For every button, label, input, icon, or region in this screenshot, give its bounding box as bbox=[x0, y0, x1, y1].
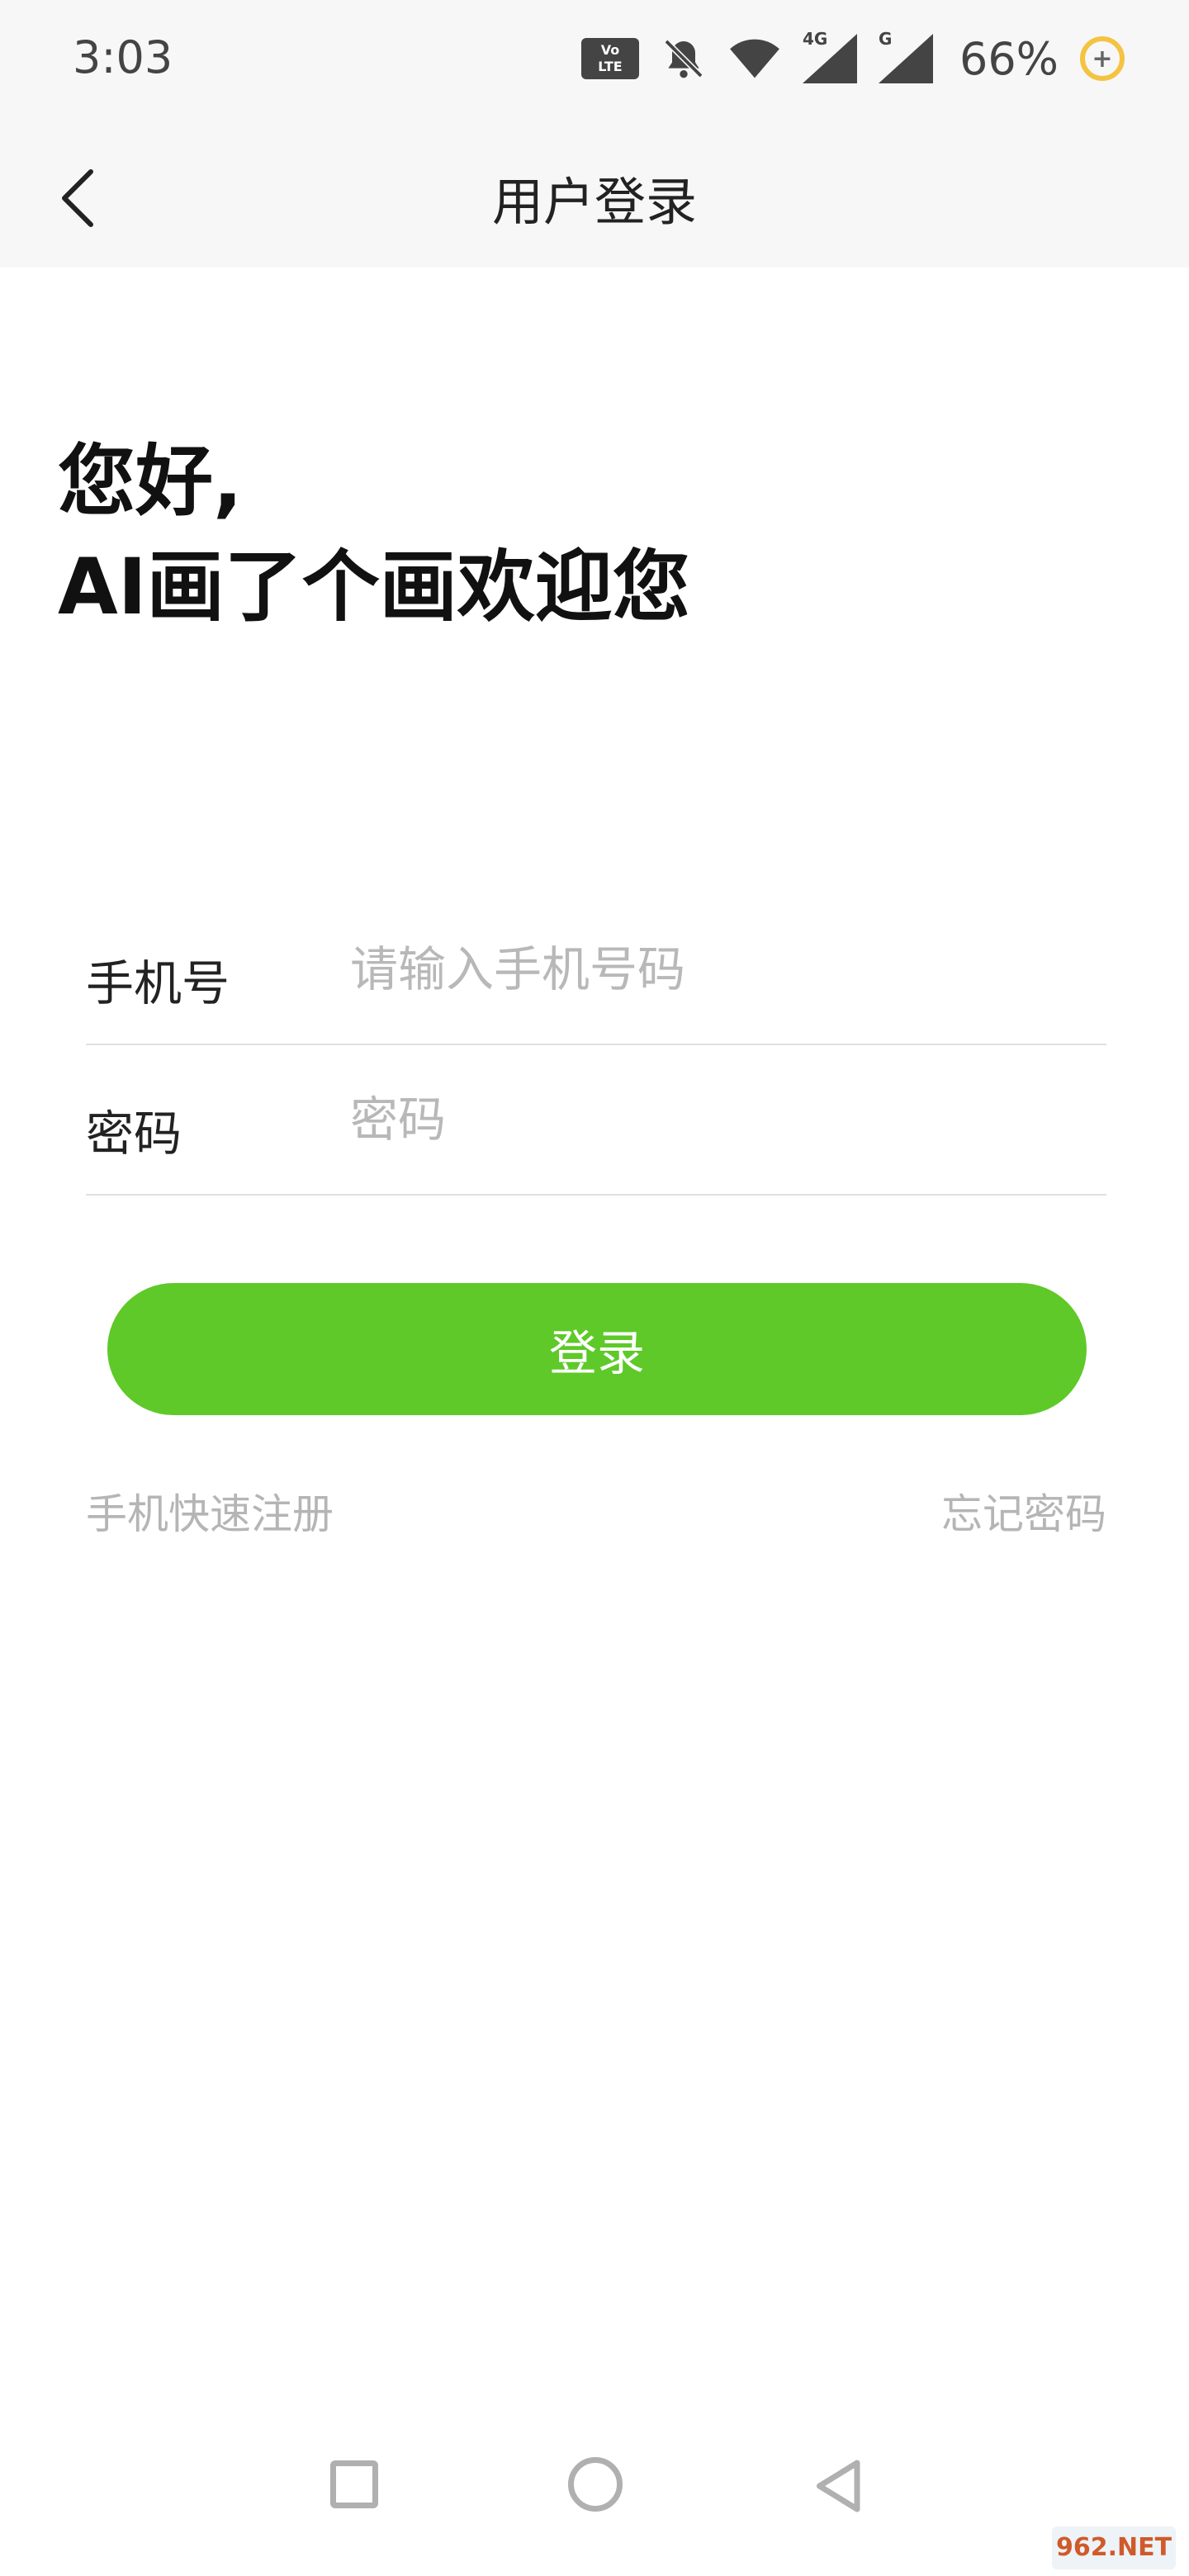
register-link[interactable]: 手机快速注册 bbox=[86, 1481, 334, 1541]
signal-g-icon: G bbox=[878, 29, 933, 83]
phone-label: 手机号 bbox=[86, 955, 230, 1011]
greeting-line-1: 您好, bbox=[58, 437, 243, 527]
signal-g-label: G bbox=[878, 29, 893, 49]
phone-input[interactable] bbox=[350, 928, 1093, 1011]
password-label: 密码 bbox=[86, 1106, 182, 1162]
signal-4g-icon: 4G bbox=[802, 29, 857, 83]
greeting-line-2: AI画了个画欢迎您 bbox=[58, 542, 690, 632]
back-triangle-icon[interactable] bbox=[811, 2457, 869, 2515]
volte-bottom-text: LTE bbox=[598, 59, 623, 74]
volte-top-text: Vo bbox=[600, 42, 620, 58]
battery-saver-icon: + bbox=[1080, 36, 1125, 81]
battery-level: 66% bbox=[959, 32, 1059, 85]
navigation-bar bbox=[0, 2411, 1189, 2576]
status-icons: Vo LTE 4G G 66% + bbox=[580, 29, 1125, 88]
home-icon[interactable] bbox=[568, 2457, 623, 2512]
login-button-label: 登录 bbox=[548, 1325, 645, 1381]
login-button[interactable]: 登录 bbox=[107, 1283, 1087, 1415]
password-field-row: 密码 bbox=[86, 1045, 1106, 1196]
volte-icon: Vo LTE bbox=[580, 38, 639, 79]
status-bar: 3:03 Vo LTE 4G G 66% + bbox=[0, 0, 1189, 124]
forgot-password-link[interactable]: 忘记密码 bbox=[941, 1481, 1106, 1541]
mute-bell-icon bbox=[664, 39, 703, 78]
watermark: 962.NET bbox=[1052, 2526, 1176, 2569]
app-header: 用户登录 bbox=[0, 124, 1189, 268]
page-title: 用户登录 bbox=[491, 172, 697, 232]
password-input[interactable] bbox=[350, 1078, 1093, 1161]
status-time: 3:03 bbox=[73, 31, 173, 83]
recent-apps-icon[interactable] bbox=[330, 2460, 378, 2508]
greeting: 您好, AI画了个画欢迎您 bbox=[58, 429, 690, 641]
signal-4g-label: 4G bbox=[802, 29, 828, 49]
wifi-icon bbox=[730, 39, 779, 78]
phone-field-row: 手机号 bbox=[86, 895, 1106, 1045]
